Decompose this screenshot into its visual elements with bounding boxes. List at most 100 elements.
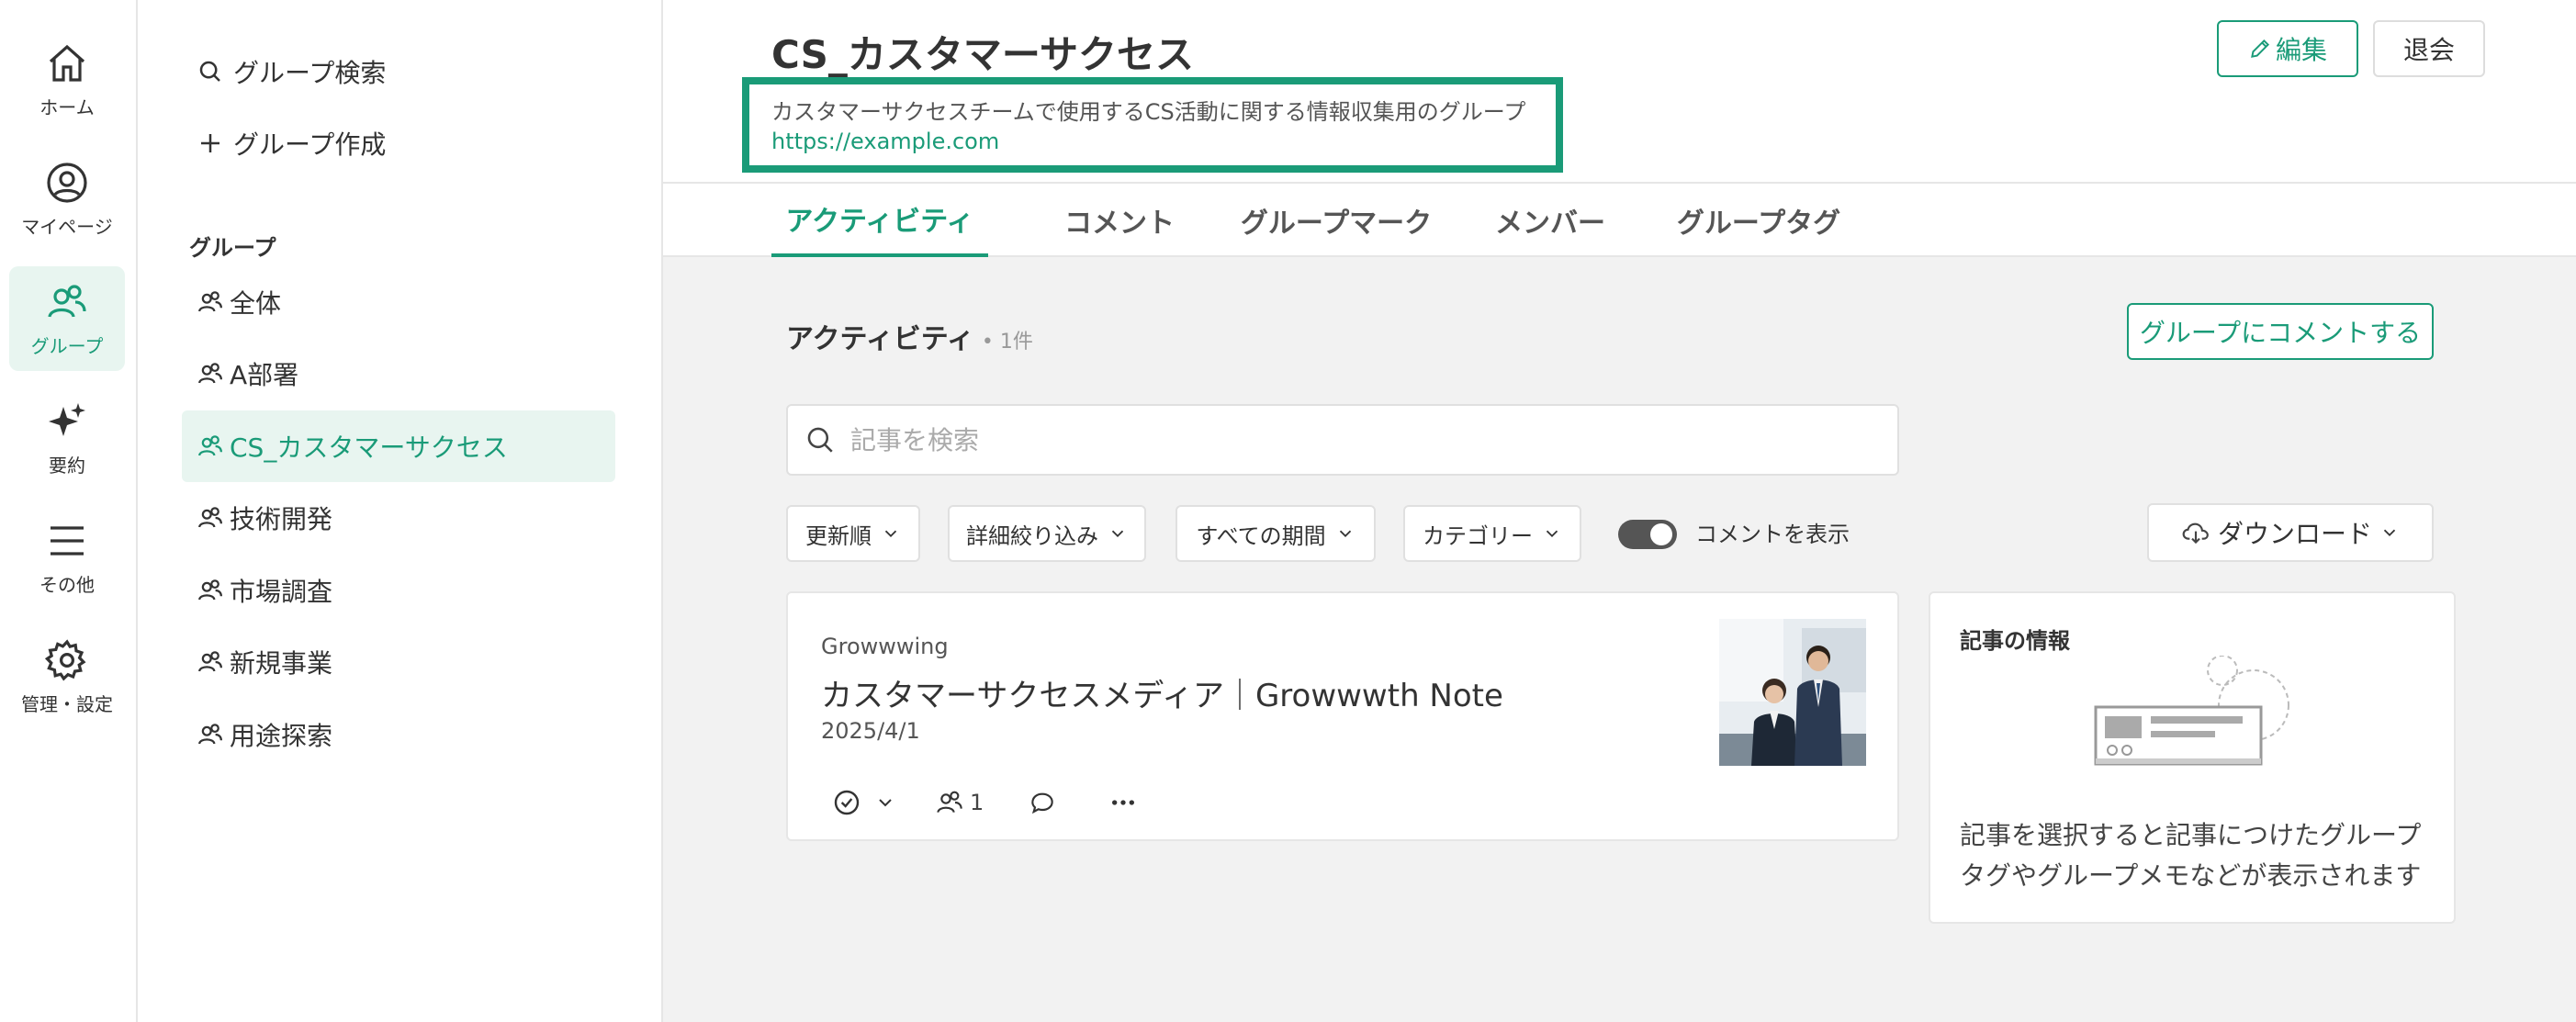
category-label: カテゴリー (1423, 522, 1533, 549)
group-icon (198, 507, 222, 528)
article-placeholder-illustration (2094, 656, 2289, 766)
article-search-input[interactable] (850, 424, 1861, 455)
article-info-panel: 記事の情報 記事を選択すると記事につけたグループタグやグループメモなどが表示され… (1929, 591, 2456, 924)
sidebar-group-label: 用途探索 (230, 721, 333, 751)
rail-label: マイページ (21, 215, 113, 238)
rail-item-settings[interactable]: 管理・設定 (9, 624, 125, 729)
activity-heading: アクティビティ • 1件 (786, 316, 1033, 356)
group-comment-button[interactable]: グループにコメントする (2127, 303, 2434, 360)
article-date: 2025/4/1 (821, 718, 920, 744)
leave-button[interactable]: 退会 (2373, 20, 2485, 77)
article-info-title: 記事の情報 (1960, 628, 2070, 654)
article-search (786, 404, 1899, 476)
icon-rail: ホーム マイページ グループ 要約 その他 管理・設定 (0, 0, 138, 1022)
download-button[interactable]: ダウンロード (2147, 503, 2434, 562)
comment-icon (1031, 792, 1054, 814)
sidebar-group-a[interactable]: A部署 (182, 338, 615, 410)
sparkle-icon (49, 402, 85, 436)
mark-dropdown-button[interactable] (874, 792, 896, 814)
rail-item-home[interactable]: ホーム (9, 28, 125, 132)
menu-icon (51, 525, 84, 556)
user-circle-icon (47, 162, 87, 203)
chevron-down-icon (1546, 530, 1558, 538)
groups-heading: グループ (189, 235, 276, 261)
group-link[interactable]: https://example.com (771, 127, 1534, 156)
rail-item-summary[interactable]: 要約 (9, 386, 125, 490)
article-thumbnail[interactable] (1719, 619, 1866, 766)
group-create-label: グループ作成 (233, 129, 387, 160)
group-members-button[interactable]: 1 (935, 788, 984, 817)
chevron-down-icon (2383, 529, 2396, 537)
group-icon (198, 651, 222, 672)
gear-icon (45, 638, 86, 680)
show-comments-label: コメントを表示 (1695, 522, 1850, 547)
activity-count: • 1件 (981, 331, 1033, 354)
rail-item-mypage[interactable]: マイページ (9, 147, 125, 252)
rail-label: 要約 (49, 454, 85, 477)
plus-icon (201, 134, 219, 152)
tab-comment[interactable]: コメント (1032, 184, 1207, 257)
edit-button[interactable]: 編集 (2217, 20, 2358, 77)
rail-label: 管理・設定 (21, 692, 113, 715)
sidebar-group-newbiz[interactable]: 新規事業 (182, 626, 615, 698)
check-circle-icon (834, 790, 860, 815)
show-comments-toggle[interactable] (1618, 520, 1677, 549)
rail-label: ホーム (39, 95, 95, 118)
more-options-button[interactable] (1108, 788, 1138, 817)
sidebar-group-label: 新規事業 (230, 648, 333, 679)
article-card[interactable]: Growwwing カスタマーサクセスメディア｜Growwwth Note 20… (786, 591, 1899, 841)
tab-member[interactable]: メンバー (1468, 184, 1633, 257)
sidebar-group-cs[interactable]: CS_カスタマーサクセス (182, 410, 615, 482)
group-icon (198, 724, 222, 745)
sidebar-group-label: 全体 (230, 288, 282, 319)
detail-filter-label: 詳細絞り込み (966, 522, 1098, 549)
sidebar-group-market[interactable]: 市場調査 (182, 555, 615, 626)
article-actions: 1 (832, 781, 1138, 825)
group-icon (937, 791, 962, 814)
rail-label: その他 (39, 573, 95, 596)
activity-title: アクティビティ (786, 323, 974, 355)
group-description: カスタマーサクセスチームで使用するCS活動に関する情報収集用のグループ (771, 99, 1526, 125)
tab-activity[interactable]: アクティビティ (771, 184, 988, 257)
sidebar-group-usage[interactable]: 用途探索 (182, 699, 615, 770)
group-icon (48, 284, 86, 318)
group-header: CS_カスタマーサクセス カスタマーサクセスチームで使用するCS活動に関する情報… (663, 0, 2576, 184)
cloud-download-icon (2182, 522, 2209, 545)
download-label: ダウンロード (2217, 519, 2372, 549)
article-info-text: 記事を選択すると記事につけたグループタグやグループメモなどが表示されます (1960, 820, 2422, 891)
business-people-image (1719, 619, 1866, 766)
detail-filter-dropdown[interactable]: 詳細絞り込み (948, 505, 1146, 562)
group-icon (198, 363, 222, 384)
category-dropdown[interactable]: カテゴリー (1403, 505, 1581, 562)
sidebar-group-label: CS_カスタマーサクセス (230, 432, 508, 463)
search-icon (199, 61, 220, 82)
group-tabs: アクティビティ コメント グループマーク メンバー グループタグ (663, 184, 2576, 257)
group-create-link[interactable]: グループ作成 (197, 125, 386, 162)
chevron-down-icon (1339, 530, 1351, 538)
more-horizontal-icon (1112, 800, 1135, 805)
group-search-link[interactable]: グループ検索 (197, 53, 386, 90)
group-icon (198, 579, 222, 601)
group-sidebar: グループ検索 グループ作成 グループ 全体 A部署 CS_カスタマーサクセス 技… (138, 0, 663, 1022)
sidebar-group-all[interactable]: 全体 (182, 266, 615, 338)
chevron-down-icon (1111, 530, 1124, 538)
sidebar-group-tech[interactable]: 技術開発 (182, 482, 615, 554)
article-source: Growwwing (821, 634, 949, 659)
sort-dropdown[interactable]: 更新順 (786, 505, 920, 562)
period-dropdown[interactable]: すべての期間 (1176, 505, 1376, 562)
member-count: 1 (970, 790, 984, 815)
sidebar-group-label: A部署 (230, 360, 299, 390)
group-icon (198, 291, 222, 312)
mark-read-button[interactable] (832, 788, 861, 817)
sidebar-group-label: 技術開発 (230, 504, 333, 534)
search-icon (807, 427, 833, 453)
article-title[interactable]: カスタマーサクセスメディア｜Growwwth Note (821, 670, 1503, 715)
tab-group-mark[interactable]: グループマーク (1227, 184, 1445, 257)
tab-group-tag[interactable]: グループタグ (1655, 184, 1862, 257)
rail-item-group[interactable]: グループ (9, 266, 125, 371)
comment-button[interactable] (1028, 788, 1057, 817)
group-search-label: グループ検索 (233, 58, 387, 88)
rail-item-other[interactable]: その他 (9, 505, 125, 610)
sort-label: 更新順 (805, 522, 872, 549)
edit-label: 編集 (2275, 35, 2327, 65)
